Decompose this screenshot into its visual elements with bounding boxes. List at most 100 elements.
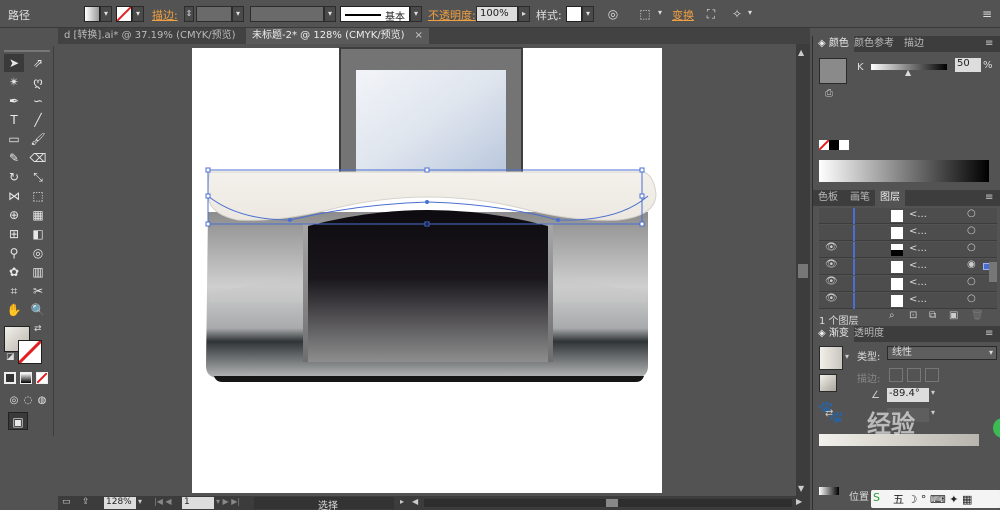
gradient-mode-icon[interactable] (20, 372, 32, 384)
scroll-left-icon[interactable]: ◀ (412, 497, 422, 509)
color-spectrum[interactable] (819, 160, 989, 182)
pencil-tool-icon[interactable]: ✎ (4, 149, 24, 167)
stroke-dropdown-icon[interactable]: ▾ (132, 6, 144, 22)
brush-style-dropdown-icon[interactable]: ▾ (410, 6, 422, 22)
locate-object-icon[interactable]: ⌕ (889, 310, 895, 321)
gradient-stroke-swatch[interactable] (819, 374, 837, 392)
tab-color-guide[interactable]: 颜色参考 (849, 36, 899, 52)
stroke-swatch[interactable] (116, 6, 132, 22)
k-slider-handle[interactable]: ▲ (905, 68, 911, 77)
align-dropdown-icon[interactable]: ▾ (654, 6, 666, 22)
layer-row[interactable]: <... ○ (819, 208, 997, 224)
direct-selection-tool-icon[interactable]: ⇗ (28, 54, 48, 72)
eraser-tool-icon[interactable]: ⌫ (28, 149, 48, 167)
layer-name[interactable]: <... (909, 209, 927, 220)
transform-label[interactable]: 变换 (672, 7, 694, 23)
tab-swatches[interactable]: 色板 (813, 190, 843, 206)
selection-tool-icon[interactable]: ➤ (4, 54, 24, 72)
hand-tool-icon[interactable]: ✋ (4, 301, 24, 319)
tab-gradient[interactable]: ◈ 渐变 (813, 326, 854, 342)
gradient-preview-swatch[interactable] (819, 346, 843, 370)
panel-menu-icon[interactable]: ≡ (985, 38, 993, 49)
status-field[interactable]: 选择 (254, 497, 394, 510)
curvature-tool-icon[interactable]: ∽ (28, 92, 48, 110)
stroke-gradient-along-icon[interactable] (907, 368, 921, 382)
opacity-dropdown-icon[interactable]: ▸ (518, 6, 530, 22)
stroke-weight-input[interactable] (196, 6, 232, 22)
stroke-label[interactable]: 描边: (152, 7, 178, 23)
target-icon[interactable]: ○ (967, 208, 976, 219)
panel-menu-icon[interactable]: ≡ (985, 192, 993, 203)
layer-row[interactable]: 👁 <... ○ (819, 293, 997, 309)
blend-tool-icon[interactable]: ◎ (28, 244, 48, 262)
type-tool-icon[interactable]: T (4, 111, 24, 129)
zoom-level-input[interactable]: 128% (104, 497, 136, 509)
graphic-style-dropdown-icon[interactable]: ▾ (582, 6, 594, 22)
layer-row[interactable]: 👁 <... ○ (819, 276, 997, 292)
layer-row[interactable]: 👁 <... ◉ (819, 259, 997, 275)
opacity-input[interactable]: 100% (476, 6, 518, 22)
selection-handle[interactable] (205, 193, 211, 199)
stroke-gradient-across-icon[interactable] (925, 368, 939, 382)
eye-icon[interactable]: 👁 (825, 293, 838, 304)
draw-inside-icon[interactable]: ◍ (32, 392, 52, 410)
ime-toolbar[interactable]: S 五 ☽ ° ⌨ ✦ ▦ (871, 490, 1000, 508)
target-icon[interactable]: ○ (967, 276, 976, 287)
tab-transparency[interactable]: 透明度 (849, 326, 889, 342)
target-icon[interactable]: ○ (967, 242, 976, 253)
layer-name[interactable]: <... (909, 260, 927, 271)
layer-name[interactable]: <... (909, 277, 927, 288)
horizontal-scrollbar[interactable] (424, 499, 792, 507)
layer-row[interactable]: 👁 <... ○ (819, 242, 997, 258)
zoom-dropdown-icon[interactable]: ▾ (138, 497, 148, 509)
gradient-stop-preview[interactable] (819, 487, 839, 495)
eye-icon[interactable]: 👁 (825, 242, 838, 253)
k-value-input[interactable]: 50 (955, 58, 981, 72)
zoom-tool-icon[interactable]: 🔍 (28, 301, 48, 319)
shape-builder-tool-icon[interactable]: ⊕ (4, 206, 24, 224)
screen-mode-icon[interactable]: ▣ (8, 412, 28, 430)
tab-brushes[interactable]: 画笔 (845, 190, 875, 206)
artboard-tool-icon[interactable]: ⌗ (4, 282, 24, 300)
align-selection-icon[interactable]: ⬚ (636, 5, 654, 23)
scroll-down-icon[interactable]: ▼ (798, 484, 808, 493)
new-sublayer-icon[interactable]: ⧉ (929, 310, 936, 321)
eyedropper-tool-icon[interactable]: ⚲ (4, 244, 24, 262)
fill-dropdown-icon[interactable]: ▾ (100, 6, 112, 22)
layer-name[interactable]: <... (909, 243, 927, 254)
brush-style-select[interactable]: 基本 (340, 6, 410, 23)
tab-layers[interactable]: 图层 (875, 190, 905, 206)
symbol-sprayer-tool-icon[interactable]: ✿ (4, 263, 24, 281)
lasso-tool-icon[interactable]: ღ (28, 73, 48, 91)
eye-icon[interactable]: 👁 (825, 276, 838, 287)
tab-color[interactable]: ◈ 颜色 (813, 36, 854, 52)
gradient-type-select[interactable]: 线性 ▾ (887, 346, 997, 360)
layer-name[interactable]: <... (909, 294, 927, 305)
default-colors-icon[interactable]: ◪ (6, 352, 15, 362)
free-transform-tool-icon[interactable]: ⬚ (28, 187, 48, 205)
scale-tool-icon[interactable]: ⤡ (28, 168, 48, 186)
layer-row[interactable]: <... ○ (819, 225, 997, 241)
selection-handle[interactable] (205, 167, 211, 173)
fill-swatch[interactable] (84, 6, 100, 22)
scroll-right-icon[interactable]: ▶ (796, 497, 806, 509)
anchor-point[interactable] (288, 218, 292, 222)
color-preview-swatch[interactable] (819, 58, 847, 84)
make-clipping-mask-icon[interactable]: ⊡ (909, 310, 917, 321)
slice-tool-icon[interactable]: ✂ (28, 282, 48, 300)
anchor-point[interactable] (425, 200, 429, 204)
ime-mode-icon[interactable]: 五 ☽ ° ⌨ ✦ ▦ (893, 491, 972, 507)
selection-handle[interactable] (639, 193, 645, 199)
none-mode-icon[interactable] (36, 372, 48, 384)
none-swatch[interactable] (818, 139, 830, 151)
transform-options-dropdown-icon[interactable]: ▾ (744, 6, 756, 22)
mesh-tool-icon[interactable]: ⊞ (4, 225, 24, 243)
artboard-number-input[interactable]: 1 (182, 497, 214, 509)
variable-width-dropdown-icon[interactable]: ▾ (324, 6, 336, 22)
column-graph-tool-icon[interactable]: ▥ (28, 263, 48, 281)
selection-handle[interactable] (424, 167, 430, 173)
black-swatch[interactable] (829, 140, 839, 150)
gradient-preset-dropdown-icon[interactable]: ▾ (845, 352, 849, 361)
nav-icon[interactable]: ▭ (62, 497, 76, 509)
layer-name[interactable]: <... (909, 226, 927, 237)
